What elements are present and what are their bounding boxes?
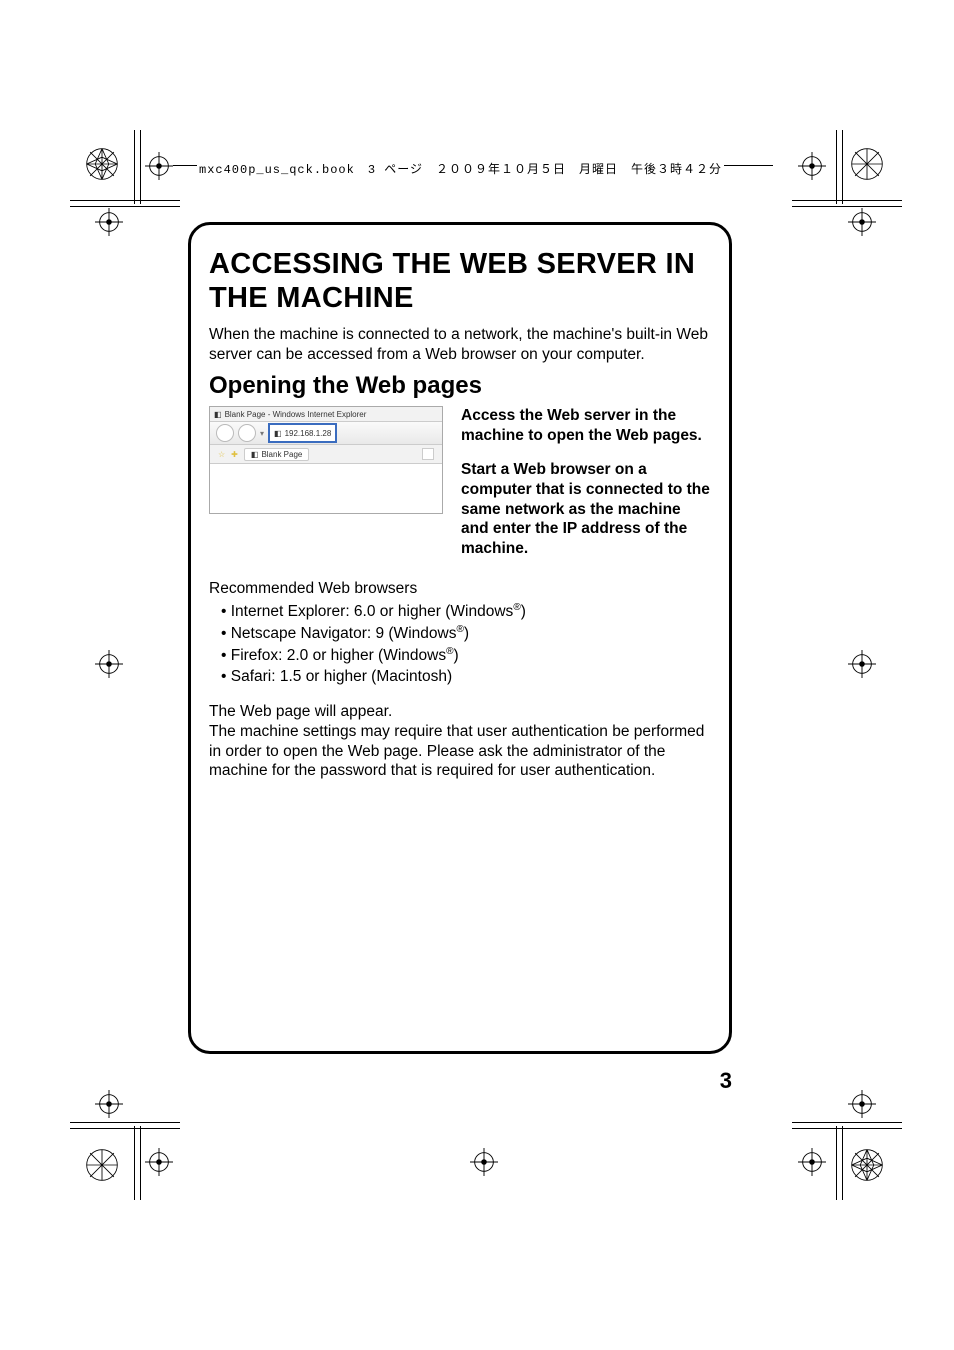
intro-text: When the machine is connected to a netwo… — [209, 325, 711, 364]
crop-rule — [842, 130, 843, 204]
list-item: Netscape Navigator: 9 (Windows®) — [221, 623, 711, 645]
disc-mark-icon — [85, 1148, 119, 1182]
page-number: 3 — [720, 1068, 732, 1094]
crosshair-icon — [95, 650, 123, 678]
page-title: ACCESSING THE WEB SERVER IN THE MACHINE — [209, 247, 711, 315]
list-item-text: Internet Explorer: 6.0 or higher (Window… — [231, 603, 526, 620]
content-frame: ACCESSING THE WEB SERVER IN THE MACHINE … — [188, 222, 732, 1054]
print-page: mxc400p_us_qck.book 3 ページ ２００９年１０月５日 月曜日… — [0, 0, 954, 1350]
crop-rule — [836, 130, 837, 204]
list-item-text: Firefox: 2.0 or higher (Windows®) — [231, 647, 459, 664]
crop-rule — [792, 1128, 902, 1129]
disc-mark-icon — [85, 147, 119, 181]
crosshair-icon — [145, 1148, 173, 1176]
crosshair-icon — [798, 1148, 826, 1176]
section-heading: Opening the Web pages — [209, 372, 711, 400]
crosshair-icon — [848, 650, 876, 678]
add-favorites-icon: ✚ — [231, 450, 238, 459]
page-icon: ◧ — [251, 450, 259, 459]
browser-screenshot: ◧ Blank Page - Windows Internet Explorer… — [209, 406, 443, 514]
crop-rule — [134, 1126, 135, 1200]
list-item-text: Safari: 1.5 or higher (Macintosh) — [231, 668, 452, 685]
list-item: Firefox: 2.0 or higher (Windows®) — [221, 645, 711, 667]
crosshair-icon — [848, 208, 876, 236]
favorites-star-icon: ☆ — [218, 450, 225, 459]
address-bar: ◧ 192.168.1.28 — [268, 423, 337, 443]
body-text: The Web page will appear. — [209, 702, 711, 722]
tab-label: Blank Page — [261, 450, 302, 459]
crop-rule — [836, 1126, 837, 1200]
crop-rule — [70, 206, 180, 207]
list-item-text: Netscape Navigator: 9 (Windows®) — [231, 625, 469, 642]
figure-row: ◧ Blank Page - Windows Internet Explorer… — [209, 406, 711, 573]
window-titlebar: ◧ Blank Page - Windows Internet Explorer — [210, 407, 442, 422]
address-text: 192.168.1.28 — [285, 429, 332, 438]
disc-mark-icon — [850, 1148, 884, 1182]
crop-rule — [70, 1122, 180, 1123]
instruction-text: Start a Web browser on a computer that i… — [461, 460, 711, 559]
instruction-text: Access the Web server in the machine to … — [461, 406, 711, 446]
dropdown-arrow-icon: ▾ — [260, 429, 264, 438]
crop-rule — [842, 1126, 843, 1200]
crop-rule — [134, 130, 135, 204]
crop-rule — [792, 206, 902, 207]
page-icon: ◧ — [274, 429, 282, 438]
browsers-heading: Recommended Web browsers — [209, 579, 711, 599]
back-button-icon — [216, 424, 234, 442]
crosshair-icon — [95, 208, 123, 236]
forward-button-icon — [238, 424, 256, 442]
crosshair-icon — [470, 1148, 498, 1176]
crop-rule — [792, 1122, 902, 1123]
instruction-column: Access the Web server in the machine to … — [461, 406, 711, 573]
body-text: The machine settings may require that us… — [209, 722, 711, 781]
crop-rule — [70, 1128, 180, 1129]
crosshair-icon — [798, 152, 826, 180]
page-icon: ◧ — [214, 410, 222, 419]
toolbar-button-icon — [422, 448, 434, 460]
crosshair-icon — [145, 152, 173, 180]
crosshair-icon — [95, 1090, 123, 1118]
crop-rule — [140, 130, 141, 204]
browser-tab: ◧ Blank Page — [244, 448, 309, 461]
window-title-text: Blank Page - Windows Internet Explorer — [225, 410, 367, 419]
crop-rule — [140, 1126, 141, 1200]
header-filename-text: mxc400p_us_qck.book 3 ページ ２００９年１０月５日 月曜日… — [197, 160, 724, 177]
browsers-list: Internet Explorer: 6.0 or higher (Window… — [221, 601, 711, 688]
list-item: Safari: 1.5 or higher (Macintosh) — [221, 667, 711, 688]
list-item: Internet Explorer: 6.0 or higher (Window… — [221, 601, 711, 623]
tab-toolbar: ☆ ✚ ◧ Blank Page — [210, 445, 442, 464]
crop-rule — [70, 200, 180, 201]
nav-toolbar: ▾ ◧ 192.168.1.28 — [210, 422, 442, 445]
crosshair-icon — [848, 1090, 876, 1118]
crop-rule — [792, 200, 902, 201]
disc-mark-icon — [850, 147, 884, 181]
